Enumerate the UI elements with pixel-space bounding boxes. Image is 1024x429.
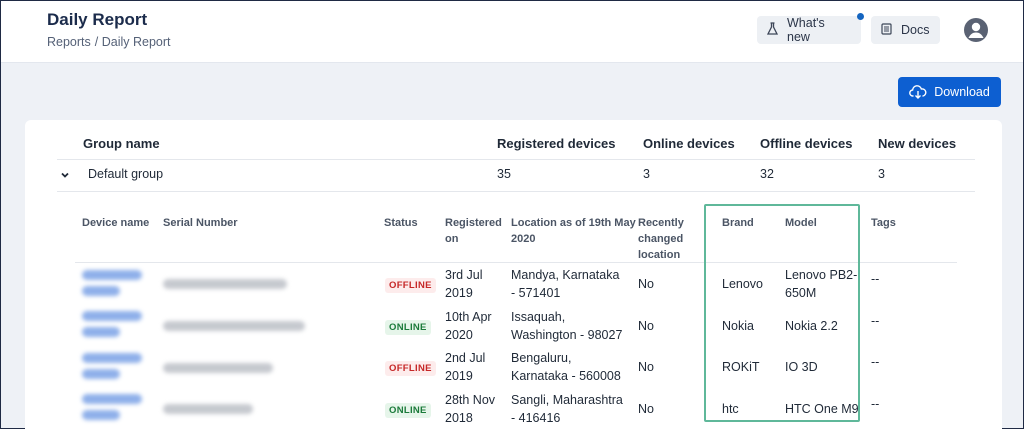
col-new-devices: New devices [878,136,957,151]
user-avatar-icon[interactable] [963,17,989,43]
recently-changed: No [638,277,654,291]
col-serial-number: Serial Number [163,217,238,229]
device-name-link[interactable] [82,394,142,404]
group-name[interactable]: Default group [88,167,163,181]
divider [57,159,975,160]
tags: -- [871,314,880,328]
col-registered-devices: Registered devices [497,136,616,151]
breadcrumb: Reports / Daily Report [47,35,175,49]
status-badge: OFFLINE [385,278,436,293]
registered-on: 3rd Jul 2019 [445,268,483,300]
divider [57,191,975,192]
device-name-link[interactable] [82,286,120,296]
whats-new-button[interactable]: What's new [757,16,861,44]
registered-on: 10th Apr 2020 [445,310,492,342]
group-online: 3 [643,167,650,181]
breadcrumb-reports-link[interactable]: Reports [47,35,91,49]
serial-number [163,279,287,289]
breadcrumb-current: / Daily Report [94,35,171,49]
tags: -- [871,272,880,286]
col-tags: Tags [871,217,896,229]
device-name-link[interactable] [82,327,120,337]
brand-model-highlight [704,204,860,422]
recently-changed: No [638,402,654,416]
location: Issaquah, Washington - 98027 [511,310,623,342]
download-button[interactable]: Download [898,77,1001,107]
cloud-download-icon [909,85,927,99]
whats-new-label: What's new [787,16,825,44]
flask-icon [766,22,779,38]
group-offline: 32 [760,167,774,181]
group-registered: 35 [497,167,511,181]
serial-number [163,404,253,414]
status-badge: OFFLINE [385,361,436,376]
top-bar: Daily Report Reports / Daily Report What'… [1,1,1023,63]
page-title: Daily Report [47,10,148,29]
tags: -- [871,355,880,369]
recently-changed: No [638,319,654,333]
tags: -- [871,397,880,411]
device-name-link[interactable] [82,369,120,379]
group-new: 3 [878,167,885,181]
device-name-link[interactable] [82,410,120,420]
col-status: Status [384,217,418,229]
notification-dot [857,13,864,20]
col-recently-changed: Recently changed location [638,217,684,261]
status-badge: ONLINE [385,320,431,335]
col-device-name: Device name [82,217,150,229]
docs-button[interactable]: Docs [871,16,940,44]
recently-changed: No [638,360,654,374]
docs-label: Docs [901,23,930,37]
col-online-devices: Online devices [643,136,735,151]
serial-number [163,321,305,331]
col-group-name: Group name [83,136,160,151]
device-name-link[interactable] [82,311,142,321]
download-label: Download [934,85,990,99]
registered-on: 2nd Jul 2019 [445,351,486,383]
location: Mandya, Karnataka - 571401 [511,268,620,300]
status-badge: ONLINE [385,403,431,418]
col-location: Location as of 19th May 2020 [511,217,636,245]
chevron-down-icon[interactable] [59,168,71,180]
device-name-link[interactable] [82,353,142,363]
col-registered-on: Registered on [445,217,502,245]
location: Sangli, Maharashtra - 416416 [511,393,623,425]
location: Bengaluru, Karnataka - 560008 [511,351,621,383]
document-icon [881,22,892,38]
registered-on: 28th Nov 2018 [445,393,496,425]
device-name-link[interactable] [82,270,142,280]
serial-number [163,363,273,373]
col-offline-devices: Offline devices [760,136,853,151]
